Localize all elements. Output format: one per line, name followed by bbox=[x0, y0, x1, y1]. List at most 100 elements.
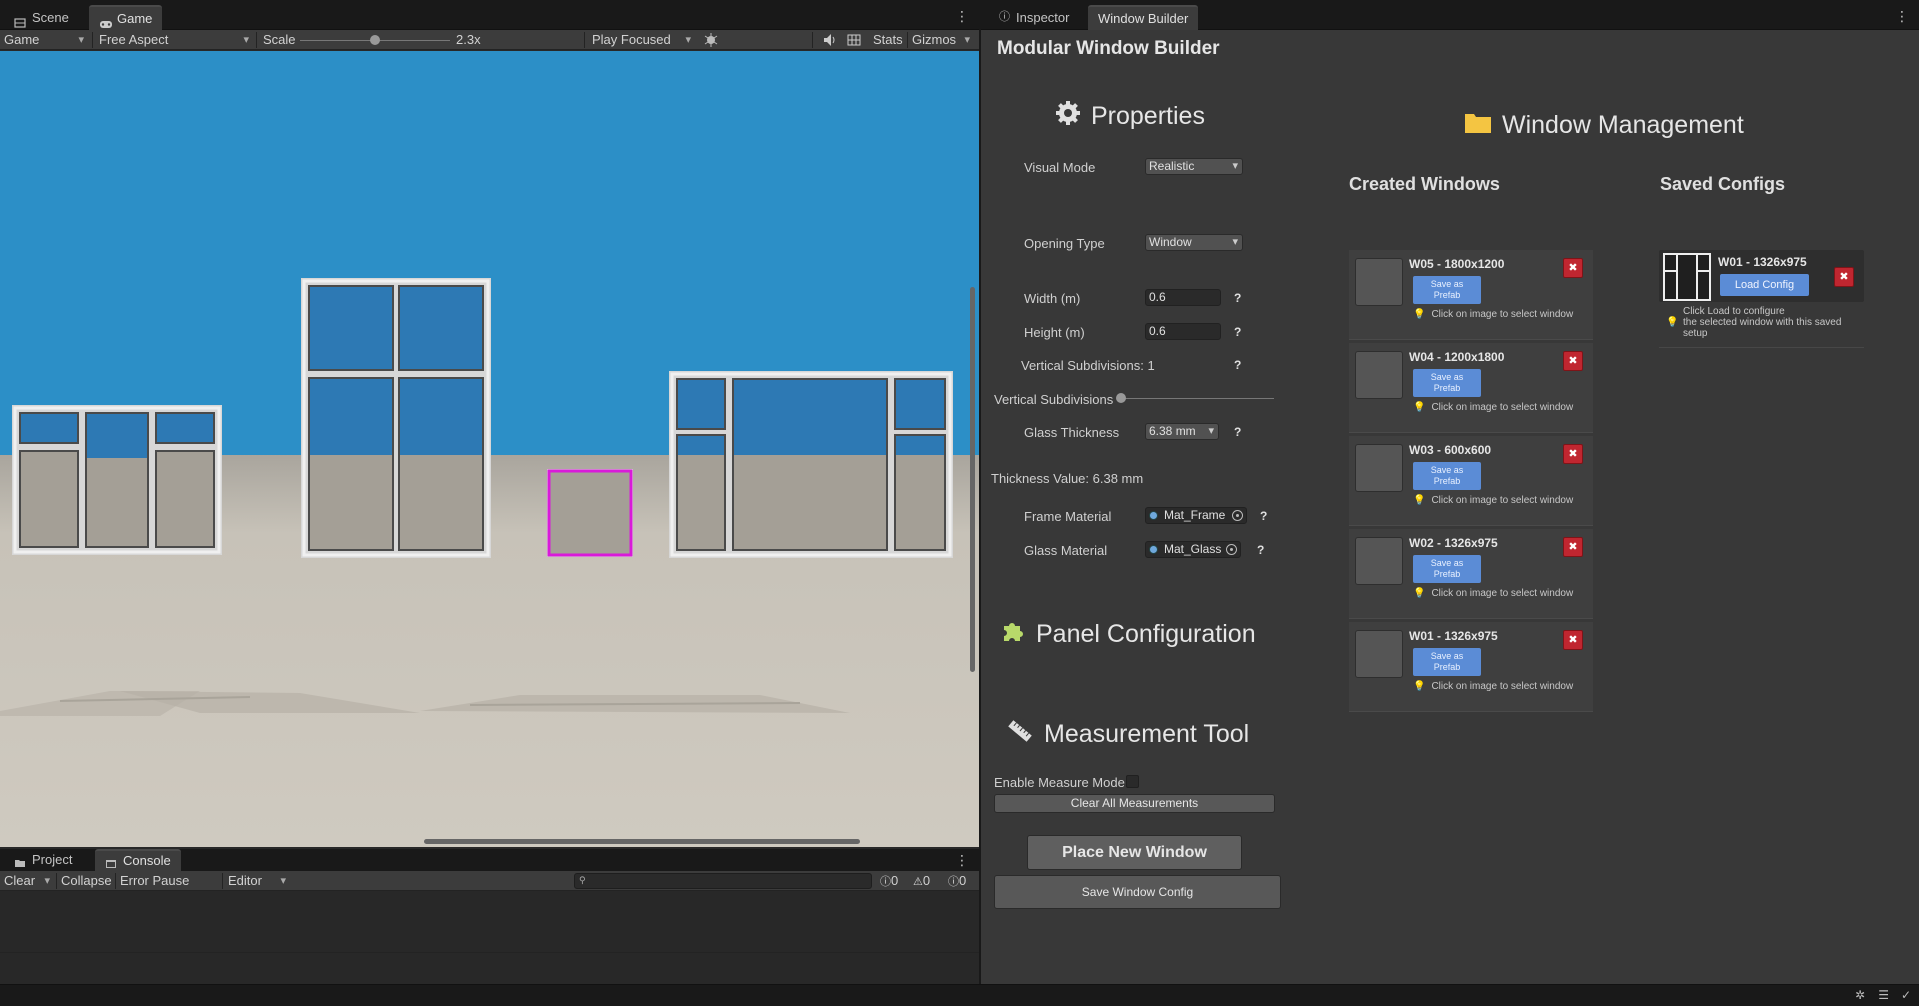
right-kebab-icon[interactable]: ⋮ bbox=[1895, 8, 1909, 25]
error-count-badge[interactable]: ⓘ0 bbox=[948, 871, 966, 891]
save-window-config-button[interactable]: Save Window Config bbox=[994, 875, 1281, 909]
created-windows-title: Created Windows bbox=[1349, 174, 1500, 194]
enable-measure-checkbox[interactable] bbox=[1126, 775, 1139, 788]
editor-label: Editor bbox=[228, 873, 262, 888]
grid-icon[interactable] bbox=[847, 30, 861, 50]
console-kebab-icon[interactable]: ⋮ bbox=[955, 852, 969, 869]
object-picker-icon[interactable] bbox=[1226, 544, 1237, 555]
checkmark-icon[interactable]: ✓ bbox=[1901, 988, 1911, 1002]
tab-scene[interactable]: Scene bbox=[4, 5, 79, 30]
select-hint: 💡 Click on image to select window bbox=[1413, 681, 1573, 692]
place-new-window-button[interactable]: Place New Window bbox=[1027, 835, 1242, 870]
frame-material-label: Frame Material bbox=[1024, 509, 1112, 524]
width-input[interactable]: 0.6 bbox=[1145, 289, 1221, 306]
stats-button[interactable]: Stats bbox=[873, 30, 903, 50]
saved-configs-title: Saved Configs bbox=[1660, 174, 1786, 194]
visual-mode-label: Visual Mode bbox=[1024, 160, 1096, 175]
vertical-subdivisions-readout: Vertical Subdivisions: 1 bbox=[1021, 358, 1155, 373]
height-help-button[interactable]: ? bbox=[1234, 325, 1241, 339]
window-thumbnail[interactable] bbox=[1355, 351, 1403, 399]
viewport-vertical-scrollbar[interactable] bbox=[970, 287, 975, 672]
width-label: Width (m) bbox=[1024, 291, 1081, 306]
search-icon: ⚲ bbox=[579, 875, 586, 885]
window-thumbnail[interactable] bbox=[1355, 444, 1403, 492]
save-as-prefab-button[interactable]: Save as Prefab bbox=[1413, 369, 1481, 397]
window-thumbnail[interactable] bbox=[1355, 630, 1403, 678]
delete-window-button[interactable]: ✖ bbox=[1563, 444, 1583, 464]
window-w03-selected[interactable] bbox=[547, 469, 633, 557]
display-dropdown[interactable]: Game bbox=[4, 30, 88, 50]
mute-audio-icon[interactable] bbox=[822, 30, 836, 50]
kebab-menu-icon[interactable]: ⋮ bbox=[955, 8, 969, 25]
panel-configuration-header[interactable]: Panel Configuration bbox=[1000, 618, 1256, 651]
window-w04[interactable] bbox=[301, 278, 491, 558]
game-viewport[interactable] bbox=[0, 51, 979, 847]
aspect-dropdown[interactable]: Free Aspect bbox=[99, 30, 253, 50]
collapse-button[interactable]: Collapse bbox=[61, 871, 112, 891]
tab-project[interactable]: Project bbox=[4, 849, 82, 871]
save-as-prefab-button[interactable]: Save as Prefab bbox=[1413, 648, 1481, 676]
debug-icon[interactable]: ✲ bbox=[1855, 988, 1865, 1002]
console-search-input[interactable]: ⚲ bbox=[574, 873, 872, 889]
error-count: 0 bbox=[959, 873, 967, 888]
gizmos-dropdown[interactable]: Gizmos bbox=[912, 30, 974, 50]
window-thumbnail[interactable] bbox=[1355, 258, 1403, 306]
error-pause-button[interactable]: Error Pause bbox=[120, 871, 189, 891]
select-hint: 💡 Click on image to select window bbox=[1413, 309, 1573, 320]
config-hint: 💡 Click Load to configure the selected w… bbox=[1666, 306, 1841, 339]
ruler-icon bbox=[1006, 718, 1034, 751]
lightbulb-icon: 💡 bbox=[1413, 588, 1426, 599]
scale-slider-handle[interactable] bbox=[370, 35, 380, 45]
frame-material-field[interactable]: Mat_Frame bbox=[1145, 507, 1247, 524]
opening-type-dropdown[interactable]: Window bbox=[1145, 234, 1243, 251]
glass-thickness-dropdown[interactable]: 6.38 mm bbox=[1145, 423, 1219, 440]
delete-config-button[interactable]: ✖ bbox=[1834, 267, 1854, 287]
tab-inspector[interactable]: ⓘ Inspector bbox=[989, 5, 1079, 30]
layers-icon[interactable]: ☰ bbox=[1878, 988, 1889, 1002]
play-mode-dropdown[interactable]: Play Focused bbox=[592, 30, 695, 50]
tab-console[interactable]: Console bbox=[95, 849, 181, 871]
object-picker-icon[interactable] bbox=[1232, 510, 1243, 521]
width-help-button[interactable]: ? bbox=[1234, 291, 1241, 305]
measurement-tool-header[interactable]: Measurement Tool bbox=[1006, 718, 1249, 751]
load-config-button[interactable]: Load Config bbox=[1720, 274, 1809, 296]
save-as-prefab-button[interactable]: Save as Prefab bbox=[1413, 462, 1481, 490]
visual-mode-dropdown[interactable]: Realistic bbox=[1145, 158, 1243, 175]
save-as-prefab-button[interactable]: Save as Prefab bbox=[1413, 276, 1481, 304]
toolbar-divider bbox=[907, 32, 908, 48]
delete-window-button[interactable]: ✖ bbox=[1563, 351, 1583, 371]
vsub-help-button[interactable]: ? bbox=[1234, 358, 1241, 372]
gizmos-label: Gizmos bbox=[912, 32, 957, 47]
clear-button[interactable]: Clear bbox=[4, 871, 54, 891]
left-tabbar: Scene Game ⋮ bbox=[0, 0, 979, 30]
glass-thickness-label: Glass Thickness bbox=[1024, 425, 1120, 440]
delete-window-button[interactable]: ✖ bbox=[1563, 537, 1583, 557]
delete-window-button[interactable]: ✖ bbox=[1563, 630, 1583, 650]
config-hint-line: the selected window with this saved bbox=[1683, 317, 1842, 328]
window-w05[interactable] bbox=[669, 371, 953, 558]
height-input[interactable]: 0.6 bbox=[1145, 323, 1221, 340]
tab-game[interactable]: Game bbox=[89, 5, 163, 30]
viewport-horizontal-scrollbar[interactable] bbox=[424, 839, 860, 844]
clear-measurements-button[interactable]: Clear All Measurements bbox=[994, 794, 1275, 813]
warning-count-badge[interactable]: ⚠0 bbox=[913, 871, 930, 891]
info-count-badge[interactable]: ⓘ0 bbox=[880, 871, 898, 891]
config-thumbnail[interactable] bbox=[1663, 253, 1711, 304]
tab-window-builder[interactable]: Window Builder bbox=[1088, 5, 1199, 30]
window-w02[interactable] bbox=[12, 405, 222, 555]
window-name: W05 - 1800x1200 bbox=[1409, 257, 1505, 271]
tab-console-label: Console bbox=[123, 853, 171, 868]
info-icon: ⓘ bbox=[999, 11, 1010, 23]
save-as-prefab-button[interactable]: Save as Prefab bbox=[1413, 555, 1481, 583]
bug-icon[interactable] bbox=[703, 30, 719, 50]
vertical-subdivisions-slider-track[interactable] bbox=[1119, 398, 1274, 399]
editor-dropdown[interactable]: Editor bbox=[228, 871, 290, 891]
glass-material-field[interactable]: Mat_Glass bbox=[1145, 541, 1241, 558]
vertical-subdivisions-slider-handle[interactable] bbox=[1116, 393, 1126, 403]
material-icon bbox=[1149, 545, 1158, 554]
delete-window-button[interactable]: ✖ bbox=[1563, 258, 1583, 278]
glass-material-help-button[interactable]: ? bbox=[1257, 543, 1264, 557]
frame-material-help-button[interactable]: ? bbox=[1260, 509, 1267, 523]
window-thumbnail[interactable] bbox=[1355, 537, 1403, 585]
glass-thickness-help-button[interactable]: ? bbox=[1234, 425, 1241, 439]
